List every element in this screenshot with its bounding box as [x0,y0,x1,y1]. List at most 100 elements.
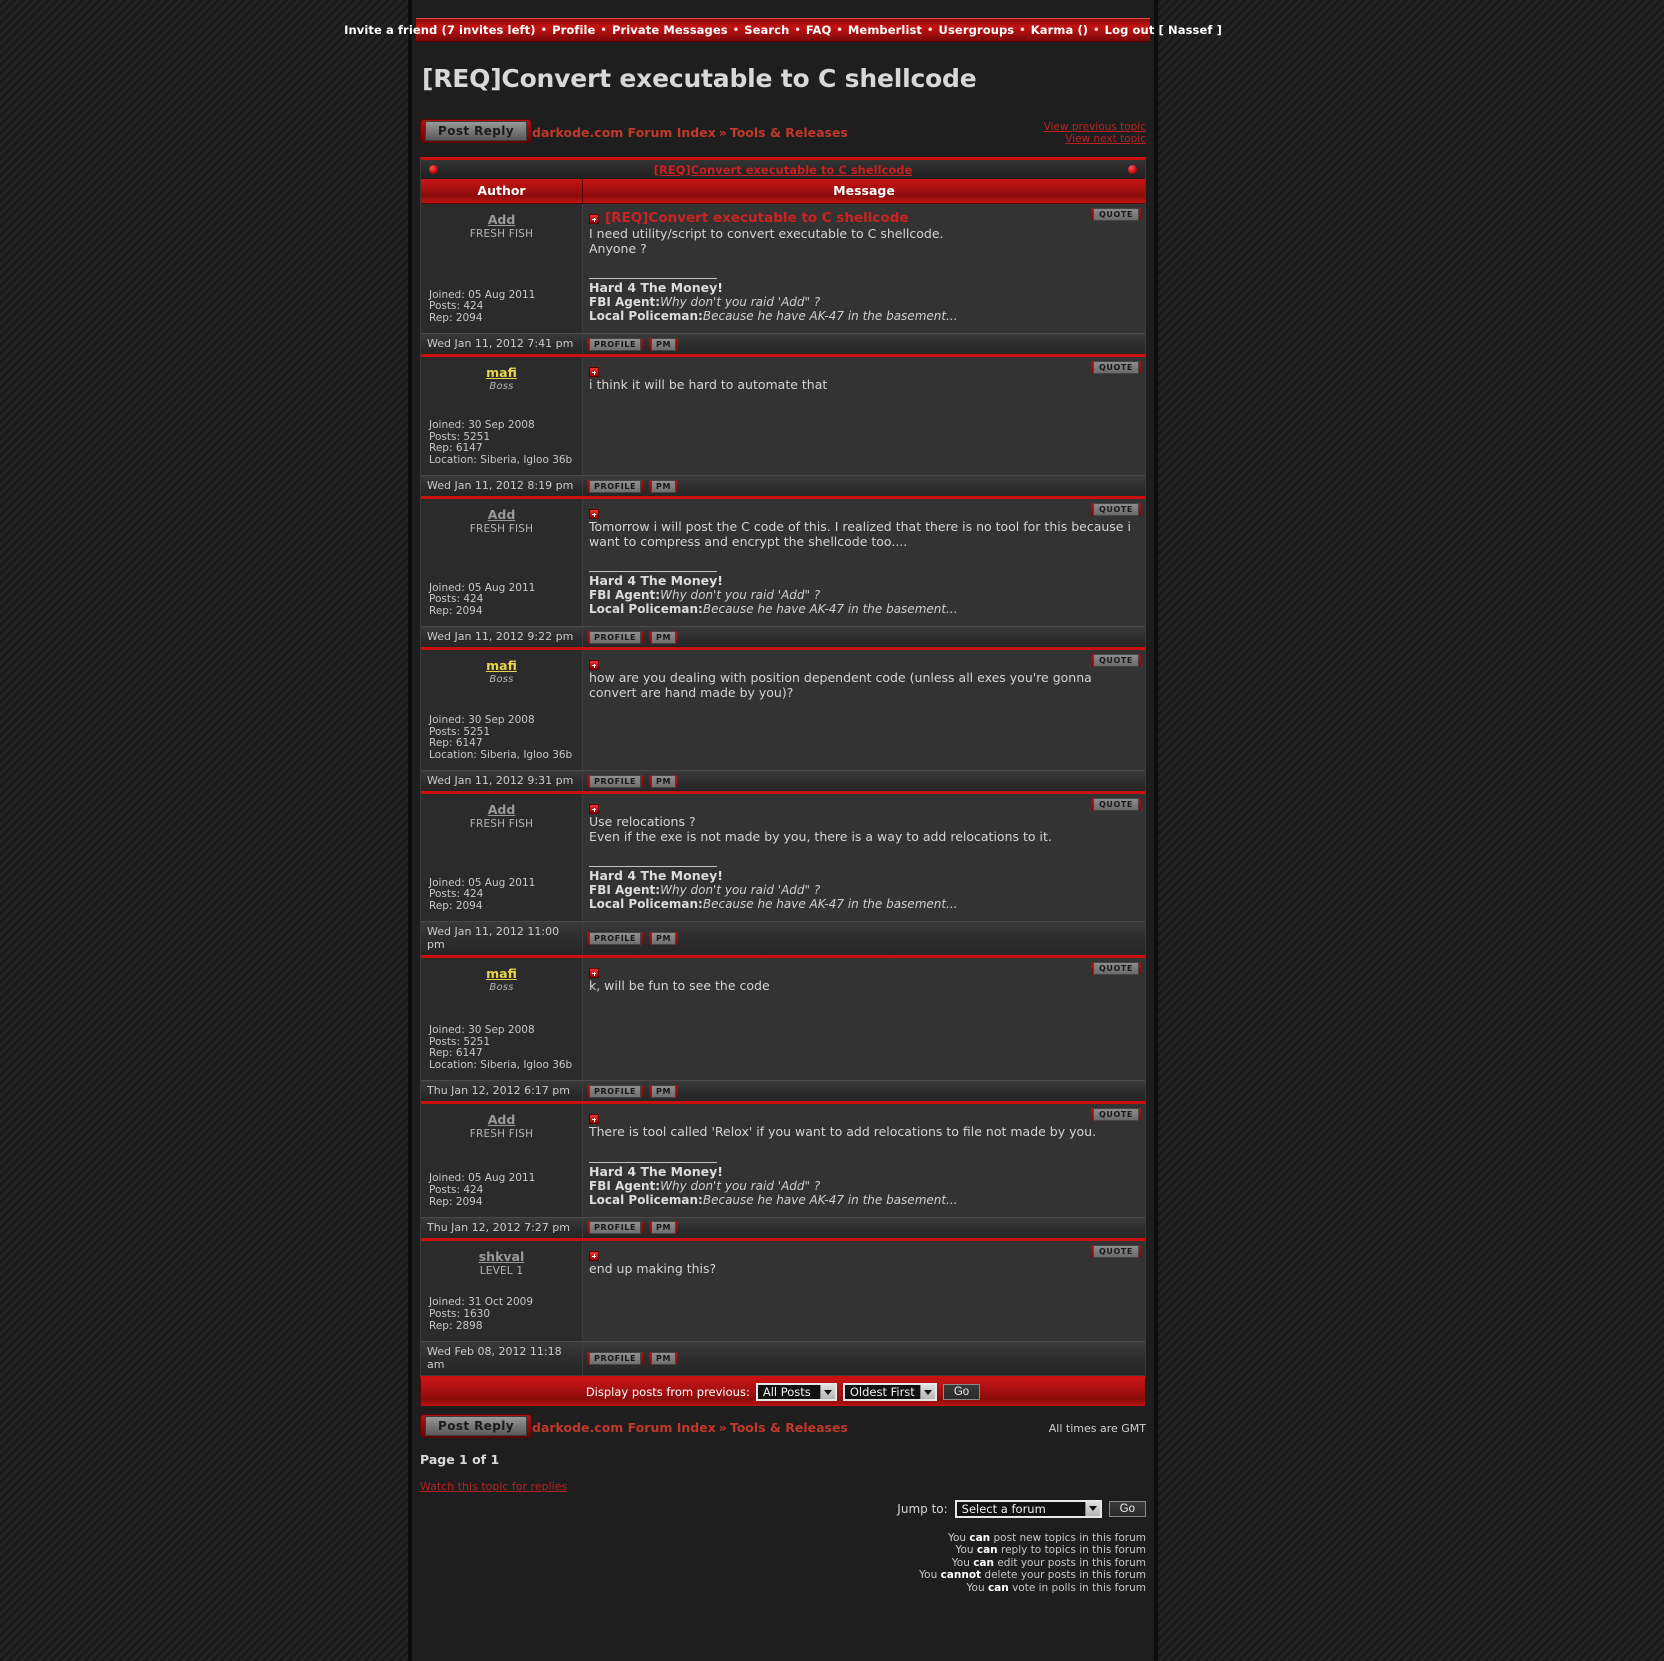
profile-button[interactable]: PROFILE [587,1221,644,1234]
post-2: mafi Boss Joined: 30 Sep 2008 Posts: 5251 Re… [421,354,1145,496]
post-reply-button-top[interactable]: Post Reply [420,119,532,143]
post-text: There is tool called 'Relox' if you want… [589,1124,1097,1139]
post-author-link[interactable]: mafi [427,966,576,981]
post-actions: PROFILE PM [583,476,1145,496]
quote-button[interactable]: QUOTE [1090,208,1141,221]
profile-button[interactable]: PROFILE [587,630,644,644]
post-signature: Hard 4 The Money! FBI Agent:Why don't you… [589,866,1135,911]
quote-label: QUOTE [1092,1244,1139,1258]
pm-label: PM [651,932,677,945]
pm-button[interactable]: PM [649,1084,679,1098]
topic-title-link[interactable]: [REQ]Convert executable to C shellcode [654,163,913,177]
post-author-rank: FRESH FISH [469,818,534,830]
nav-item-search[interactable]: Search [744,23,789,37]
signature-divider [589,278,717,279]
post-timestamp: Wed Jan 11, 2012 8:19 pm [421,476,583,496]
post-author-link[interactable]: Add [427,212,576,227]
profile-button[interactable]: PROFILE [587,337,644,351]
post-author-rank: Boss [489,381,514,392]
post-author-link[interactable]: Add [427,802,576,817]
author-joined: Joined: 30 Sep 2008 [429,713,535,726]
post-subject: [REQ]Convert executable to C shellcode [605,210,909,226]
breadcrumb-index-link[interactable]: darkode.com Forum Index [532,1420,716,1435]
pm-button[interactable]: PM [649,932,679,945]
quote-button[interactable]: QUOTE [1090,654,1141,667]
pm-button[interactable]: PM [649,479,679,493]
quote-button[interactable]: QUOTE [1090,798,1141,811]
profile-button[interactable]: PROFILE [587,774,644,788]
post-actions: PROFILE PM [583,1218,1145,1238]
forum-permissions-list: You can post new topics in this forum You… [919,1532,1146,1595]
quote-button[interactable]: QUOTE [1090,1108,1141,1121]
post-body-column: QUOTE [REQ]Convert executable to C shellc… [583,204,1145,333]
nav-item-invite-a-friend-7-invites-left[interactable]: Invite a friend (7 invites left) [344,23,535,37]
quote-label: QUOTE [1092,1108,1139,1121]
nav-separator: • [1093,24,1100,36]
pm-button[interactable]: PM [649,1221,679,1234]
post-signature: Hard 4 The Money! FBI Agent:Why don't you… [589,571,1135,616]
post-author-link[interactable]: mafi [427,365,576,380]
pm-button[interactable]: PM [649,337,679,351]
jump-to-go-button[interactable]: Go [1108,1500,1146,1517]
post-reply-button-bottom[interactable]: Post Reply [420,1413,532,1438]
watch-topic-link[interactable]: Watch this topic for replies [420,1480,567,1493]
profile-button[interactable]: PROFILE [587,932,644,945]
post-author-column: Add FRESH FISH Joined: 05 Aug 2011 Posts: 4… [421,794,583,921]
post-8: shkval LEVEL 1 Joined: 31 Oct 2009 Posts: 1… [421,1237,1145,1375]
post-main: shkval LEVEL 1 Joined: 31 Oct 2009 Posts: 1… [421,1240,1145,1341]
display-go-button[interactable]: Go [942,1384,981,1400]
display-posts-label: Display posts from previous: [585,1385,750,1399]
post-actions: PROFILE PM [583,334,1145,354]
signature-line-1: Hard 4 The Money! [589,280,723,295]
profile-button[interactable]: PROFILE [587,1351,644,1365]
profile-button[interactable]: PROFILE [587,1084,644,1098]
nav-item-memberlist[interactable]: Memberlist [848,23,922,37]
nav-item-profile[interactable]: Profile [552,23,595,37]
post-3: Add FRESH FISH Joined: 05 Aug 2011 Posts: 4… [421,496,1145,647]
view-previous-topic-link[interactable]: View previous topic [1044,121,1146,133]
profile-label: PROFILE [589,630,642,644]
author-joined: Joined: 30 Sep 2008 [429,418,535,431]
post-author-column: mafi Boss Joined: 30 Sep 2008 Posts: 5251 Re… [421,958,583,1080]
post-author-link[interactable]: shkval [427,1249,576,1264]
table-header-row: Author Message [421,179,1145,204]
profile-button[interactable]: PROFILE [587,479,644,493]
post-main: mafi Boss Joined: 30 Sep 2008 Posts: 5251 Re… [421,357,1145,475]
pm-button[interactable]: PM [649,630,679,644]
sort-order-select[interactable]: Oldest First [842,1383,937,1401]
breadcrumb-index-link[interactable]: darkode.com Forum Index [532,125,716,140]
quote-button[interactable]: QUOTE [1090,962,1141,975]
pm-button[interactable]: PM [649,774,679,788]
post-timestamp: Wed Jan 11, 2012 9:22 pm [421,627,583,647]
author-rep: Rep: 2094 [429,900,483,913]
post-signature: Hard 4 The Money! FBI Agent:Why don't you… [589,1161,1135,1207]
quote-button[interactable]: QUOTE [1090,361,1141,374]
column-header-author: Author [421,179,583,204]
view-next-topic-link[interactable]: View next topic [1044,133,1146,145]
post-author-stats: Joined: 30 Sep 2008 Posts: 5251 Rep: 6147 L… [429,418,572,467]
post-author-link[interactable]: Add [427,507,576,522]
post-author-link[interactable]: mafi [427,658,576,673]
post-7: Add FRESH FISH Joined: 05 Aug 2011 Posts: 4… [421,1101,1145,1238]
breadcrumb-forum-link[interactable]: Tools & Releases [730,1420,848,1435]
post-author-link[interactable]: Add [427,1112,576,1127]
nav-item-private-messages[interactable]: Private Messages [612,23,728,37]
breadcrumb-forum-link[interactable]: Tools & Releases [730,125,848,140]
posts-filter-select[interactable]: All Posts [755,1383,837,1401]
jump-to-select[interactable]: Select a forum [954,1499,1102,1518]
quote-button[interactable]: QUOTE [1090,503,1141,516]
profile-label: PROFILE [589,932,642,945]
pm-button[interactable]: PM [649,1351,679,1365]
nav-item-karma[interactable]: Karma () [1031,23,1088,37]
post-1: Add FRESH FISH Joined: 05 Aug 2011 Posts: 4… [421,204,1145,354]
nav-item-usergroups[interactable]: Usergroups [939,23,1015,37]
post-subject-line [589,363,1135,377]
pm-label: PM [651,1351,677,1365]
nav-item-log-out-nassef[interactable]: Log out [ Nassef ] [1105,23,1222,37]
nav-item-faq[interactable]: FAQ [806,23,832,37]
pm-label: PM [651,774,677,788]
post-main: mafi Boss Joined: 30 Sep 2008 Posts: 5251 Re… [421,650,1145,770]
quote-button[interactable]: QUOTE [1090,1244,1141,1258]
post-author-rank: FRESH FISH [469,523,534,535]
quote-label: QUOTE [1092,962,1139,975]
